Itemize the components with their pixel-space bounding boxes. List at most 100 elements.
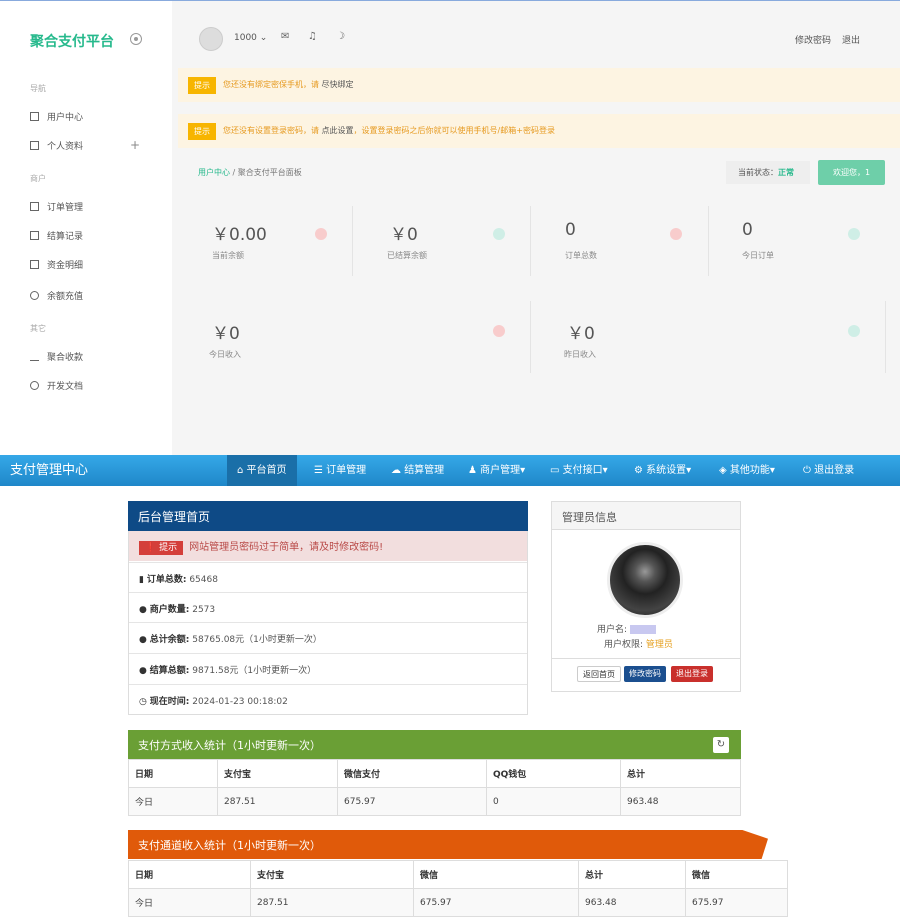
expand-plus-icon[interactable]: +: [130, 138, 140, 152]
welcome-button[interactable]: 欢迎您，1: [818, 160, 885, 185]
bell-icon[interactable]: ♫: [308, 31, 317, 42]
sidebar-item-user-center[interactable]: 用户中心: [30, 110, 83, 123]
top-header: 1000 ⌄ ✉ ♫ ☽ 修改密码 退出: [185, 21, 885, 57]
panel-title: 管理员信息: [552, 502, 740, 530]
nav-orders[interactable]: ☰ 订单管理: [304, 455, 376, 486]
bookmark-icon: [30, 141, 39, 150]
panel-title: 后台管理首页: [128, 501, 528, 531]
table-header: QQ钱包: [486, 759, 621, 788]
table-cell: 287.51: [217, 787, 338, 816]
bind-phone-link[interactable]: 尽快绑定: [322, 80, 354, 89]
nav-other[interactable]: ◈ 其他功能▾: [709, 455, 785, 486]
brand-title: 聚合支付平台: [30, 34, 114, 50]
table-header: 支付宝: [250, 860, 414, 889]
table-row: 今日 287.51 675.97 963.48 675.97: [128, 888, 788, 917]
table-cell: 287.51: [250, 888, 414, 917]
nav-payment-api[interactable]: ▭ 支付接口▾: [540, 455, 618, 486]
nav-merchants[interactable]: ♟ 商户管理▾: [458, 455, 535, 486]
stat-value: ￥0: [212, 324, 240, 344]
nav-home[interactable]: ⌂ 平台首页: [227, 455, 297, 486]
stat-label: 今日收入: [209, 350, 241, 359]
nav-logout[interactable]: ⏻ 退出登录: [793, 455, 864, 486]
table-cell: 675.97: [685, 888, 788, 917]
divider: [352, 206, 353, 276]
username-redacted: [629, 625, 656, 634]
stat-value: ￥0.00: [212, 225, 267, 245]
stat-label: 昨日收入: [564, 350, 596, 359]
stat-label: 订单总数: [565, 251, 597, 260]
nav-system[interactable]: ⚙ 系统设置▾: [624, 455, 701, 486]
admin-avatar: [607, 542, 683, 618]
stat-row-merchants: ● 商户数量: 2573: [129, 592, 527, 622]
logout-button[interactable]: 退出登录: [671, 666, 713, 682]
password-warning: ❗ 提示 网站管理员密码过于简单，请及时修改密码!: [129, 531, 527, 561]
table-header: 微信: [685, 860, 788, 889]
stat-value: 0: [742, 220, 753, 240]
table-cell: 0: [486, 787, 621, 816]
dots-grid-icon: [30, 231, 39, 240]
stat-value: 0: [565, 220, 576, 240]
calendar-icon: [30, 260, 39, 269]
admin-brand[interactable]: 支付管理中心: [10, 459, 88, 478]
target-icon[interactable]: [130, 33, 142, 45]
table-cell: 963.48: [578, 888, 686, 917]
bar-chart-icon: [30, 352, 39, 361]
sidebar-item-docs[interactable]: 开发文档: [30, 379, 83, 392]
stat-label: 已结算余额: [387, 251, 427, 260]
table-header: 总计: [578, 860, 686, 889]
back-home-button[interactable]: 返回首页: [577, 666, 621, 682]
table-cell: 今日: [128, 888, 251, 917]
section-other: 其它: [30, 324, 46, 333]
divider: [530, 301, 531, 373]
table-header: 微信支付: [337, 759, 487, 788]
set-password-link[interactable]: 点此设置: [322, 126, 354, 135]
moon-icon[interactable]: ☽: [336, 31, 345, 42]
stat-label: 今日订单: [742, 251, 774, 260]
status-dot: [848, 325, 860, 337]
divider: [708, 206, 709, 276]
sidebar-item-collect[interactable]: 聚合收款: [30, 350, 83, 363]
stat-label: 当前余额: [212, 251, 244, 260]
username-row: 用户名:: [597, 622, 656, 635]
status-dot: [848, 228, 860, 240]
table-header: 支付宝: [217, 759, 338, 788]
drop-icon: ●: [139, 605, 147, 615]
sidebar-item-profile[interactable]: 个人资料: [30, 139, 83, 152]
divider: [530, 206, 531, 276]
sidebar-item-settlement[interactable]: 结算记录: [30, 229, 83, 242]
plus-circle-icon: [30, 291, 39, 300]
sidebar: 聚合支付平台 导航 用户中心 个人资料 + 商户 订单管理 结算记录 资金明细 …: [0, 1, 172, 456]
sidebar-item-funds[interactable]: 资金明细: [30, 258, 83, 271]
avatar[interactable]: [199, 27, 223, 51]
admin-navbar: 支付管理中心 ⌂ 平台首页 ☰ 订单管理 ☁ 结算管理 ♟ 商户管理▾ ▭ 支付…: [0, 455, 900, 486]
drop-icon: ●: [139, 635, 147, 645]
status-dot: [670, 228, 682, 240]
status-dot: [493, 228, 505, 240]
table-header: 日期: [128, 759, 218, 788]
change-password-button[interactable]: 修改密码: [624, 666, 666, 682]
section-nav: 导航: [30, 84, 46, 93]
sidebar-item-orders[interactable]: 订单管理: [30, 200, 83, 213]
user-id-dropdown[interactable]: 1000 ⌄: [234, 33, 267, 43]
table-header: 微信: [413, 860, 579, 889]
stat-row-orders: ▮ 订单总数: 65468: [129, 562, 527, 592]
change-password-link[interactable]: 修改密码: [795, 33, 831, 46]
mail-icon[interactable]: ✉: [281, 31, 289, 42]
sidebar-item-recharge[interactable]: 余额充值: [30, 289, 83, 302]
table-cell: 963.48: [620, 787, 741, 816]
monitor-icon: [30, 202, 39, 211]
status-dot: [315, 228, 327, 240]
refresh-icon[interactable]: ↻: [713, 737, 729, 753]
bar-chart-icon: ▮: [139, 575, 144, 585]
table-header: 总计: [620, 759, 741, 788]
logout-link[interactable]: 退出: [842, 33, 860, 46]
divider: [885, 301, 886, 373]
channel-table-title: 支付通道收入统计（1小时更新一次）: [128, 830, 768, 859]
table-row: 今日 287.51 675.97 0 963.48: [128, 787, 741, 816]
alert-set-password: 提示 您还没有设置登录密码，请 点此设置，设置登录密码之后你就可以使用手机号/邮…: [178, 114, 900, 148]
pay-method-table: 日期 支付宝 微信支付 QQ钱包 总计 今日 287.51 675.97 0 9…: [128, 759, 741, 816]
stat-row-time: ◷ 现在时间: 2024-01-23 00:18:02: [129, 684, 527, 714]
alert-tag: ❗ 提示: [139, 541, 184, 555]
nav-settlement[interactable]: ☁ 结算管理: [381, 455, 454, 486]
section-merchant: 商户: [30, 174, 46, 183]
